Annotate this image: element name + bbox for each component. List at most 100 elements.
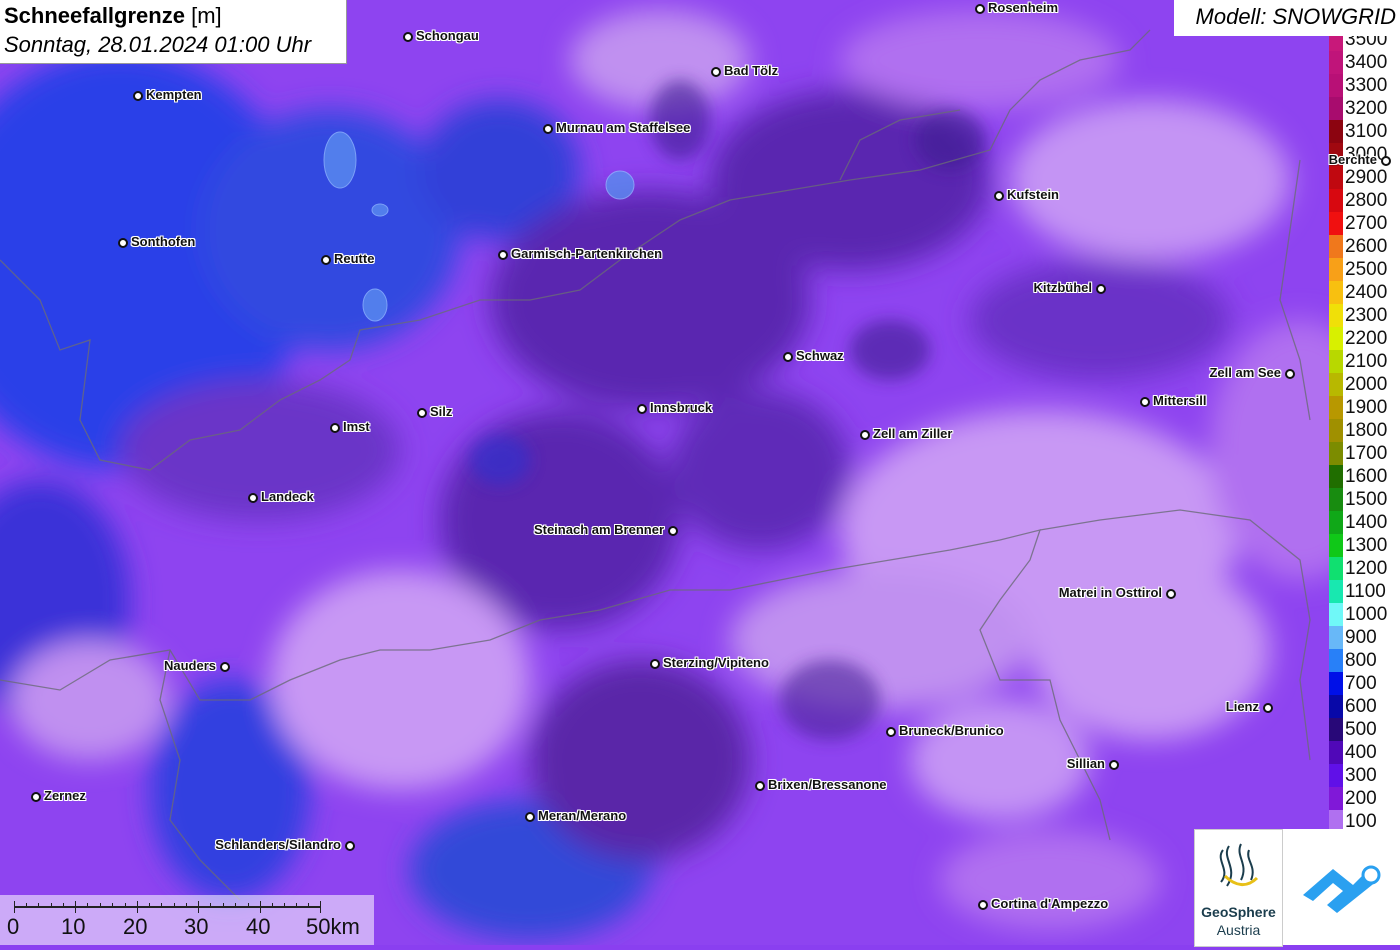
legend-swatch	[1329, 741, 1343, 764]
legend-swatch	[1329, 120, 1343, 143]
city-marker-icon	[543, 124, 553, 134]
city-marker-icon	[994, 191, 1004, 201]
legend-swatch	[1329, 189, 1343, 212]
city-marker-icon	[1109, 760, 1119, 770]
legend-row: 2600	[1329, 235, 1400, 258]
scale-tick	[198, 901, 199, 913]
legend-swatch	[1329, 488, 1343, 511]
scale-minor-tick	[308, 903, 309, 908]
city-label: Schlanders/Silandro	[215, 837, 341, 852]
legend-swatch	[1329, 373, 1343, 396]
legend-row: 100	[1329, 810, 1400, 831]
legend-swatch	[1329, 465, 1343, 488]
legend-row: 2800	[1329, 189, 1400, 212]
city-label: Lienz	[1225, 699, 1259, 714]
city-marker-icon	[1381, 156, 1391, 166]
legend-swatch	[1329, 212, 1343, 235]
city-marker-icon	[133, 91, 143, 101]
city-label: Nauders	[163, 658, 216, 673]
legend-swatch	[1329, 166, 1343, 189]
legend-row: 600	[1329, 695, 1400, 718]
city-marker-icon	[525, 812, 535, 822]
snowline-map	[0, 0, 1400, 945]
legend-row: 2300	[1329, 304, 1400, 327]
legend-swatch	[1329, 764, 1343, 787]
legend-row: 200	[1329, 787, 1400, 810]
city-marker-icon	[755, 781, 765, 791]
city-marker-icon	[118, 238, 128, 248]
legend-swatch	[1329, 396, 1343, 419]
legend-label: 1500	[1345, 489, 1388, 510]
legend-swatch	[1329, 534, 1343, 557]
city-label: Matrei in Osttirol	[1058, 585, 1162, 600]
city-marker-icon	[886, 727, 896, 737]
scale-minor-tick	[38, 903, 40, 908]
legend-row: 3300	[1329, 74, 1400, 97]
legend-row: 1700	[1329, 442, 1400, 465]
legend-label: 2800	[1345, 190, 1388, 211]
legend-swatch	[1329, 74, 1343, 97]
legend-row: 1500	[1329, 488, 1400, 511]
legend-row: 1600	[1329, 465, 1400, 488]
legend-label: 2600	[1345, 236, 1388, 257]
city-marker-icon	[248, 493, 258, 503]
city-label: Kufstein	[1007, 187, 1059, 202]
city-label: Kitzbühel	[1033, 280, 1093, 295]
scale-minor-tick	[26, 903, 28, 908]
model-panel: Modell: SNOWGRID	[1174, 0, 1400, 36]
city-marker-icon	[975, 4, 985, 14]
city-marker-icon	[498, 250, 508, 260]
legend-label: 3100	[1345, 121, 1388, 142]
scale-minor-tick	[50, 903, 52, 908]
legend-row: 2400	[1329, 281, 1400, 304]
scale-label: 0	[7, 914, 20, 939]
city-marker-icon	[1263, 703, 1273, 713]
legend-row: 2100	[1329, 350, 1400, 373]
model-label: Modell: SNOWGRID	[1195, 4, 1396, 29]
scale-minor-tick	[235, 903, 237, 908]
legend-swatch	[1329, 36, 1343, 51]
scale-label: 40	[246, 914, 271, 939]
city-label: Sillian	[1066, 756, 1105, 771]
scale-bar	[14, 906, 320, 908]
city-label: Brixen/Bressanone	[768, 777, 887, 792]
legend-swatch	[1329, 350, 1343, 373]
scale-minor-tick	[272, 903, 273, 908]
scale-tick	[320, 901, 321, 913]
city-marker-icon	[321, 255, 331, 265]
legend-swatch	[1329, 603, 1343, 626]
legend-label: 500	[1345, 719, 1377, 740]
city-marker-icon	[330, 423, 340, 433]
city-marker-icon	[1096, 284, 1106, 294]
legend-swatch	[1329, 419, 1343, 442]
city-marker-icon	[1285, 369, 1295, 379]
legend-swatch	[1329, 649, 1343, 672]
legend-row: 3400	[1329, 51, 1400, 74]
geosphere-sub: Austria	[1216, 922, 1261, 938]
city-label: Bad Tölz	[724, 63, 779, 78]
legend-label: 2900	[1345, 167, 1388, 188]
legend-row: 3200	[1329, 97, 1400, 120]
scale-minor-tick	[222, 903, 224, 908]
legend-swatch	[1329, 580, 1343, 603]
legend-swatch	[1329, 51, 1343, 74]
city-marker-icon	[783, 352, 793, 362]
scale-tick	[137, 901, 138, 913]
legend-row: 1300	[1329, 534, 1400, 557]
legend-row: 3500	[1329, 36, 1400, 51]
city-marker-icon	[860, 430, 870, 440]
legend-label: 700	[1345, 673, 1377, 694]
city-label: Innsbruck	[650, 400, 713, 415]
scale-minor-tick	[210, 903, 212, 908]
legend-label: 1100	[1345, 581, 1386, 602]
legend-swatch	[1329, 327, 1343, 350]
geosphere-mark-icon	[1219, 843, 1259, 887]
legend-swatch	[1329, 672, 1343, 695]
city-label: Garmisch-Partenkirchen	[511, 246, 663, 261]
legend-label: 1700	[1345, 443, 1388, 464]
legend-swatch	[1329, 695, 1343, 718]
scale-label: 10	[61, 914, 86, 939]
city-label: Cortina d'Ampezzo	[991, 896, 1109, 911]
city-marker-icon	[345, 841, 355, 851]
city-label: Landeck	[261, 489, 314, 504]
